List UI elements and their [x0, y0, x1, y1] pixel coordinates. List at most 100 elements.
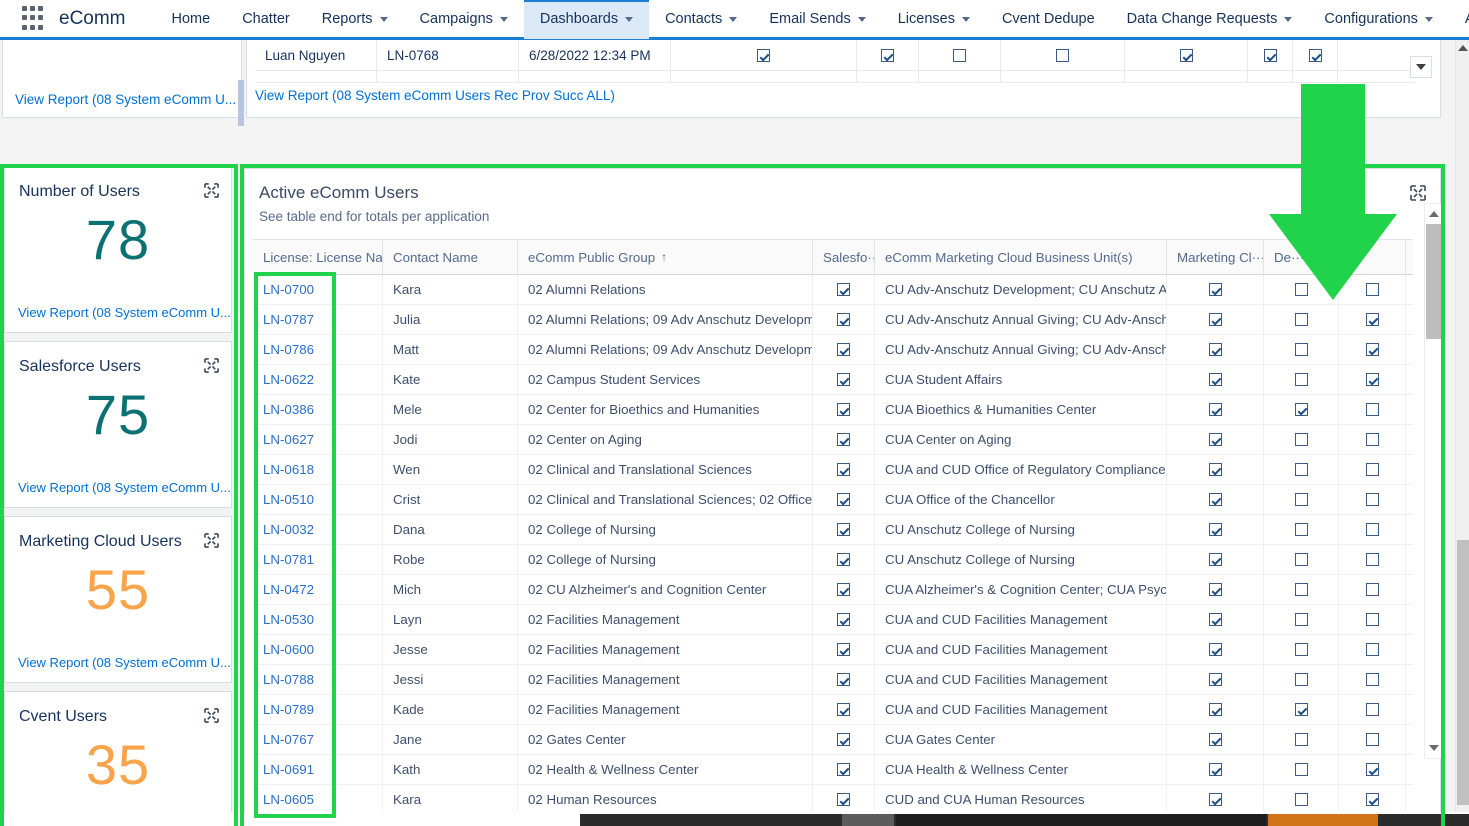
- table-row[interactable]: LN-0622 Kate 02 Campus Student Services CUA…: [253, 365, 1413, 395]
- cell-business-unit: CU Anschutz College of Nursing: [875, 545, 1167, 574]
- expand-icon[interactable]: [204, 183, 219, 198]
- cell-check-6: [1248, 40, 1293, 71]
- chevron-down-icon[interactable]: [625, 17, 634, 22]
- nav-item-email-sends[interactable]: Email Sends: [753, 0, 881, 39]
- top-right-partial-card: Luan Nguyen LN-0768 6/28/2022 12:34 PM V…: [246, 40, 1441, 118]
- table-row[interactable]: LN-0786 Matt 02 Alumni Relations; 09 Adv A…: [253, 335, 1413, 365]
- table-row[interactable]: LN-0510 Crist 02 Clinical and Translationa…: [253, 485, 1413, 515]
- nav-item-data-change-requests[interactable]: Data Change Requests: [1111, 0, 1309, 39]
- scroll-up-arrow-icon[interactable]: [1425, 205, 1443, 223]
- table-row[interactable]: LN-0781 Robe 02 College of Nursing CU Ansch…: [253, 545, 1413, 575]
- column-header-5[interactable]: Marketing Cl···: [1167, 240, 1264, 274]
- cell-license-number[interactable]: LN-0700: [253, 275, 383, 304]
- app-launcher-icon[interactable]: [22, 5, 43, 32]
- nav-item-configurations[interactable]: Configurations: [1308, 0, 1449, 39]
- view-report-link[interactable]: View Report (08 System eComm U...: [15, 92, 236, 107]
- nav-item-licenses[interactable]: Licenses: [882, 0, 986, 39]
- nav-item-reports[interactable]: Reports: [306, 0, 404, 39]
- cell-license-number[interactable]: LN-0787: [253, 305, 383, 334]
- cell-license-number[interactable]: LN-0786: [253, 335, 383, 364]
- table-row[interactable]: LN-0600 Jesse 02 Facilities Management CUA …: [253, 635, 1413, 665]
- expand-icon[interactable]: [204, 533, 219, 548]
- scrollbar-thumb[interactable]: [1426, 224, 1443, 339]
- cell-nt-checkbox: [1339, 515, 1406, 544]
- cell-check-2: [857, 40, 919, 71]
- cell-license-number[interactable]: LN-0472: [253, 575, 383, 604]
- cell-license-number[interactable]: LN-0530: [253, 605, 383, 634]
- nav-item-dashboards[interactable]: Dashboards: [523, 0, 650, 39]
- chevron-down-icon[interactable]: [1424, 17, 1433, 22]
- table-vertical-scrollbar[interactable]: [1424, 203, 1444, 759]
- view-report-link[interactable]: View Report (08 System eComm Users Rec P…: [255, 88, 615, 103]
- nav-item-home[interactable]: Home: [156, 0, 227, 39]
- expand-icon[interactable]: [204, 708, 219, 723]
- nav-item-contacts[interactable]: Contacts: [649, 0, 753, 39]
- expand-icon[interactable]: [1410, 185, 1426, 201]
- table-row[interactable]: LN-0700 Kara 02 Alumni Relations CU Adv-Ans…: [253, 275, 1413, 305]
- nav-item-apsona[interactable]: Apsona: [1449, 0, 1469, 39]
- chevron-down-icon[interactable]: [1410, 56, 1432, 78]
- cell-license-number[interactable]: LN-0788: [253, 665, 383, 694]
- chevron-down-icon[interactable]: [961, 17, 970, 22]
- cell-license-number[interactable]: LN-0781: [253, 545, 383, 574]
- column-header-1[interactable]: Contact Name: [383, 240, 518, 274]
- cell-license-number[interactable]: LN-0789: [253, 695, 383, 724]
- page-vertical-scrollbar[interactable]: [1455, 40, 1469, 826]
- view-report-link[interactable]: View Report (08 System eComm U...: [18, 480, 231, 495]
- expand-icon[interactable]: [204, 358, 219, 373]
- table-row[interactable]: LN-0386 Mele 02 Center for Bioethics and H…: [253, 395, 1413, 425]
- cell-license-number[interactable]: LN-0767: [253, 725, 383, 754]
- cell-nt-checkbox: [1339, 485, 1406, 514]
- checkbox-icon: [1056, 48, 1069, 62]
- cell-license-number[interactable]: LN-0510: [253, 485, 383, 514]
- table-row[interactable]: LN-0787 Julia 02 Alumni Relations; 09 Adv …: [253, 305, 1413, 335]
- cell-license-number[interactable]: LN-0605: [253, 785, 383, 814]
- column-header-7[interactable]: nt: [1339, 240, 1406, 274]
- column-header-0[interactable]: License: License Na···: [253, 240, 383, 274]
- view-report-link[interactable]: View Report (08 System eComm U...: [18, 655, 231, 670]
- table-row[interactable]: LN-0530 Layn 02 Facilities Management CUA a…: [253, 605, 1413, 635]
- view-report-link[interactable]: View Report (08 System eComm U...: [18, 305, 231, 320]
- column-header-label: License: License Na···: [263, 249, 383, 265]
- cell-contact-name: Matt: [383, 335, 518, 364]
- chevron-down-icon[interactable]: [499, 17, 508, 22]
- cell-business-unit: CU Adv-Anschutz Annual Giving; CU Adv-An…: [875, 335, 1167, 364]
- cell-license-number[interactable]: LN-0386: [253, 395, 383, 424]
- cell-public-group: 02 Facilities Management: [518, 605, 813, 634]
- column-header-4[interactable]: eComm Marketing Cloud Business Unit(s): [875, 240, 1167, 274]
- table-row[interactable]: LN-0627 Jodi 02 Center on Aging CUA Center …: [253, 425, 1413, 455]
- panel-splitter[interactable]: [238, 80, 244, 126]
- chevron-down-icon[interactable]: [857, 17, 866, 22]
- scroll-up-arrow-icon[interactable]: [1456, 40, 1469, 56]
- chevron-down-icon[interactable]: [1284, 17, 1293, 22]
- scrollbar-thumb[interactable]: [1457, 540, 1469, 805]
- nav-item-cvent-dedupe[interactable]: Cvent Dedupe: [986, 0, 1111, 39]
- chevron-down-icon[interactable]: [379, 17, 388, 22]
- cell-license-number[interactable]: LN-0600: [253, 635, 383, 664]
- cell-license-number[interactable]: LN-0627: [253, 425, 383, 454]
- chevron-down-icon[interactable]: [729, 17, 738, 22]
- table-row[interactable]: LN-0605 Kara 02 Human Resources CUD and CUA…: [253, 785, 1413, 815]
- nav-item-chatter[interactable]: Chatter: [226, 0, 306, 39]
- table-row[interactable]: LN-0472 Mich 02 CU Alzheimer's and Cogniti…: [253, 575, 1413, 605]
- table-row[interactable]: LN-0767 Jane 02 Gates Center CUA Gates Cent…: [253, 725, 1413, 755]
- column-header-2[interactable]: eComm Public Group ↑: [518, 240, 813, 274]
- kpi-card-cvent-users: Cvent Users35View Report (08 System eCom…: [4, 691, 232, 826]
- table-row[interactable]: Luan Nguyen LN-0768 6/28/2022 12:34 PM: [255, 40, 1415, 71]
- column-header-3[interactable]: Salesfo···: [813, 240, 875, 274]
- cell-license-number[interactable]: LN-0032: [253, 515, 383, 544]
- cell-license-number[interactable]: LN-0618: [253, 455, 383, 484]
- table-row[interactable]: LN-0032 Dana 02 College of Nursing CU Ansch…: [253, 515, 1413, 545]
- cell-license-number[interactable]: LN-0691: [253, 755, 383, 784]
- cell-license-number[interactable]: LN-0622: [253, 365, 383, 394]
- nav-item-campaigns[interactable]: Campaigns: [404, 0, 524, 39]
- table-row[interactable]: LN-0618 Wen 02 Clinical and Translational …: [253, 455, 1413, 485]
- table-row[interactable]: LN-0691 Kath 02 Health & Wellness Center CU…: [253, 755, 1413, 785]
- checkbox-checked-icon: [1365, 343, 1379, 356]
- scroll-down-arrow-icon[interactable]: [1425, 739, 1443, 757]
- table-row[interactable]: LN-0788 Jessi 02 Facilities Management CUA …: [253, 665, 1413, 695]
- kpi-value: 55: [85, 558, 151, 621]
- cell-nt-checkbox: [1339, 755, 1406, 784]
- column-header-6[interactable]: De···: [1264, 240, 1339, 274]
- table-row[interactable]: LN-0789 Kade 02 Facilities Management CUA a…: [253, 695, 1413, 725]
